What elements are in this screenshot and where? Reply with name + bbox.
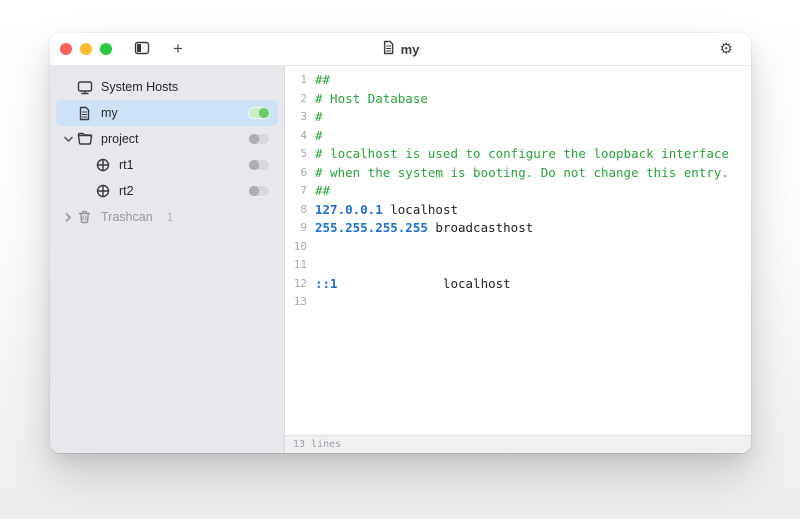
globe-icon xyxy=(94,157,111,174)
code-text: # Host Database xyxy=(315,90,428,109)
hosts-editor: 1##2# Host Database3#4#5# localhost is u… xyxy=(285,66,751,453)
traffic-lights xyxy=(60,43,112,55)
folder-icon xyxy=(76,131,93,148)
toggle-sidebar-button[interactable] xyxy=(132,39,152,59)
code-line: 8 127.0.0.1 localhost xyxy=(285,201,751,220)
hosts-enable-toggle[interactable] xyxy=(248,107,270,119)
sidebar: System Hosts my xyxy=(50,66,285,453)
trashcan-count-badge: 1 xyxy=(167,210,174,224)
app-window: + my ⚙ xyxy=(50,33,751,453)
sidebar-item-trashcan[interactable]: Trashcan 1 xyxy=(56,204,278,230)
line-number: 10 xyxy=(285,238,307,257)
hosts-enable-toggle[interactable] xyxy=(248,133,270,145)
desktop-background: { "window": { "title": "my" }, "titlebar… xyxy=(0,0,800,519)
trash-icon xyxy=(76,209,93,226)
window-body: System Hosts my xyxy=(50,66,751,453)
hosts-enable-toggle[interactable] xyxy=(248,159,270,171)
line-number: 9 xyxy=(285,219,307,238)
chevron-right-icon[interactable] xyxy=(60,213,76,222)
line-number: 8 xyxy=(285,201,307,220)
new-hosts-button[interactable]: + xyxy=(168,39,188,59)
code-line: 7 ## xyxy=(285,182,751,201)
code-line: 1 ## xyxy=(285,71,751,90)
globe-icon xyxy=(94,183,111,200)
code-line: 2 # Host Database xyxy=(285,90,751,109)
settings-button[interactable]: ⚙ xyxy=(720,42,733,57)
line-number: 3 xyxy=(285,108,307,127)
line-number: 11 xyxy=(285,256,307,275)
code-line: 12::1 localhost xyxy=(285,275,751,294)
chevron-down-icon[interactable] xyxy=(60,136,76,142)
close-button[interactable] xyxy=(60,43,72,55)
code-line: 4# xyxy=(285,127,751,146)
sidebar-item-label: System Hosts xyxy=(101,80,178,94)
code-text: # xyxy=(315,108,323,127)
code-text: 255.255.255.255 broadcasthost xyxy=(315,219,533,238)
status-bar: 13 lines xyxy=(285,435,751,453)
sidebar-item-label: rt2 xyxy=(119,184,134,198)
line-number: 12 xyxy=(285,275,307,294)
document-icon xyxy=(382,40,395,58)
code-area[interactable]: 1##2# Host Database3#4#5# localhost is u… xyxy=(285,66,751,435)
sidebar-item-project[interactable]: project xyxy=(56,126,278,152)
code-text: # when the system is booting. Do not cha… xyxy=(315,164,729,183)
code-text: # xyxy=(315,127,323,146)
sidebar-item-rt2[interactable]: rt2 xyxy=(56,178,278,204)
code-text: # localhost is used to configure the loo… xyxy=(315,145,729,164)
code-line: 5 # localhost is used to configure the lo… xyxy=(285,145,751,164)
sidebar-item-my[interactable]: my xyxy=(56,100,278,126)
hosts-enable-toggle[interactable] xyxy=(248,185,270,197)
code-line: 6 # when the system is booting. Do not ch… xyxy=(285,164,751,183)
sidebar-item-rt1[interactable]: rt1 xyxy=(56,152,278,178)
zoom-button[interactable] xyxy=(100,43,112,55)
sidebar-item-label: project xyxy=(101,132,139,146)
line-number: 5 xyxy=(285,145,307,164)
sidebar-item-label: Trashcan xyxy=(101,210,153,224)
window-title: my xyxy=(382,40,420,58)
document-icon xyxy=(76,105,93,122)
line-number: 6 xyxy=(285,164,307,183)
sidebar-item-label: my xyxy=(101,106,118,120)
code-line: 9 255.255.255.255 broadcasthost xyxy=(285,219,751,238)
line-number: 2 xyxy=(285,90,307,109)
minimize-button[interactable] xyxy=(80,43,92,55)
code-line: 11 xyxy=(285,256,751,275)
code-line: 13 xyxy=(285,293,751,312)
gear-icon: ⚙ xyxy=(720,41,733,58)
sidebar-item-system-hosts[interactable]: System Hosts xyxy=(56,74,278,100)
title-bar: + my ⚙ xyxy=(50,33,751,66)
sidebar-toggle-icon xyxy=(134,41,150,58)
code-text: ## xyxy=(315,182,330,201)
window-title-text: my xyxy=(401,42,420,57)
line-number: 13 xyxy=(285,293,307,312)
plus-icon: + xyxy=(173,39,183,59)
code-line: 3# xyxy=(285,108,751,127)
monitor-icon xyxy=(76,79,93,96)
code-text: 127.0.0.1 localhost xyxy=(315,201,458,220)
line-number: 7 xyxy=(285,182,307,201)
sidebar-item-label: rt1 xyxy=(119,158,134,172)
line-number: 1 xyxy=(285,71,307,90)
code-text: ## xyxy=(315,71,330,90)
code-line: 10 xyxy=(285,238,751,257)
line-count-label: 13 lines xyxy=(293,439,341,450)
line-number: 4 xyxy=(285,127,307,146)
code-text: ::1 localhost xyxy=(315,275,511,294)
